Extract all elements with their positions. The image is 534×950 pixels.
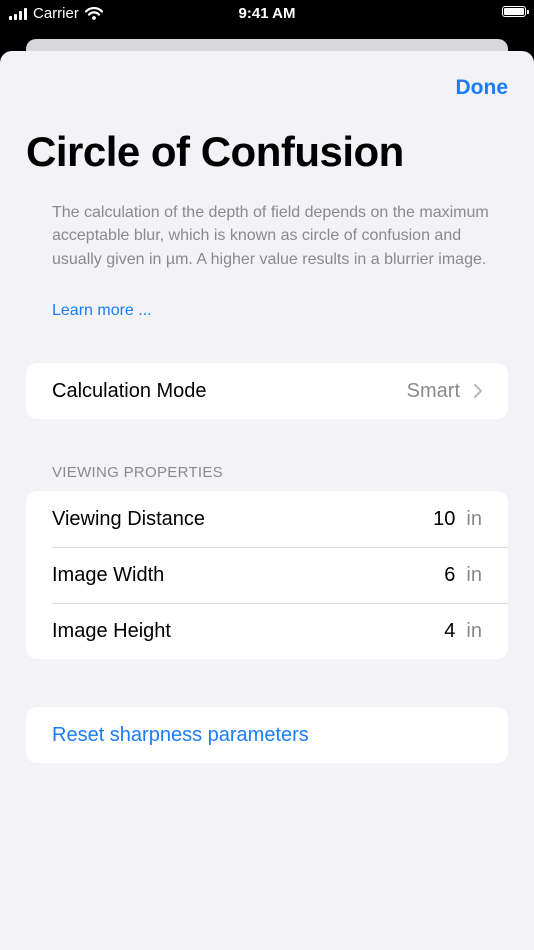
- calculation-mode-value: Smart: [406, 379, 460, 402]
- calculation-mode-row[interactable]: Calculation Mode Smart: [26, 363, 508, 419]
- page-title: Circle of Confusion: [26, 128, 404, 175]
- status-time: 9:41 AM: [238, 5, 296, 22]
- status-bar: Carrier 9:41 AM: [0, 0, 534, 30]
- viewing-distance-unit: in: [466, 507, 482, 530]
- battery-icon: [502, 6, 529, 17]
- image-height-value[interactable]: 4: [444, 620, 455, 643]
- viewing-properties-header: VIEWING PROPERTIES: [52, 464, 223, 481]
- learn-more-link[interactable]: Learn more ...: [52, 302, 152, 320]
- description-text: The calculation of the depth of field de…: [52, 204, 489, 268]
- reset-sharpness-label: Reset sharpness parameters: [52, 723, 309, 746]
- viewing-distance-label: Viewing Distance: [52, 507, 206, 530]
- done-button[interactable]: Done: [456, 76, 509, 100]
- modal-sheet: Done Circle of Confusion The calculation…: [0, 51, 534, 950]
- image-width-value[interactable]: 6: [444, 564, 455, 587]
- viewing-distance-value[interactable]: 10: [433, 508, 455, 531]
- reset-sharpness-button[interactable]: Reset sharpness parameters: [26, 707, 508, 763]
- image-height-unit: in: [466, 619, 482, 642]
- image-height-label: Image Height: [52, 619, 171, 642]
- calculation-mode-label: Calculation Mode: [52, 379, 207, 402]
- image-width-unit: in: [466, 563, 482, 586]
- calculation-mode-card: Calculation Mode Smart: [26, 363, 508, 419]
- status-right: [502, 6, 529, 17]
- chevron-right-icon: [474, 384, 482, 398]
- image-width-row[interactable]: Image Width 6 in: [26, 547, 508, 603]
- viewing-properties-card: Viewing Distance 10 in Image Width 6 in …: [26, 491, 508, 659]
- viewing-distance-row[interactable]: Viewing Distance 10 in: [26, 491, 508, 547]
- reset-card: Reset sharpness parameters: [26, 707, 508, 763]
- image-height-row[interactable]: Image Height 4 in: [26, 603, 508, 659]
- image-width-label: Image Width: [52, 563, 165, 586]
